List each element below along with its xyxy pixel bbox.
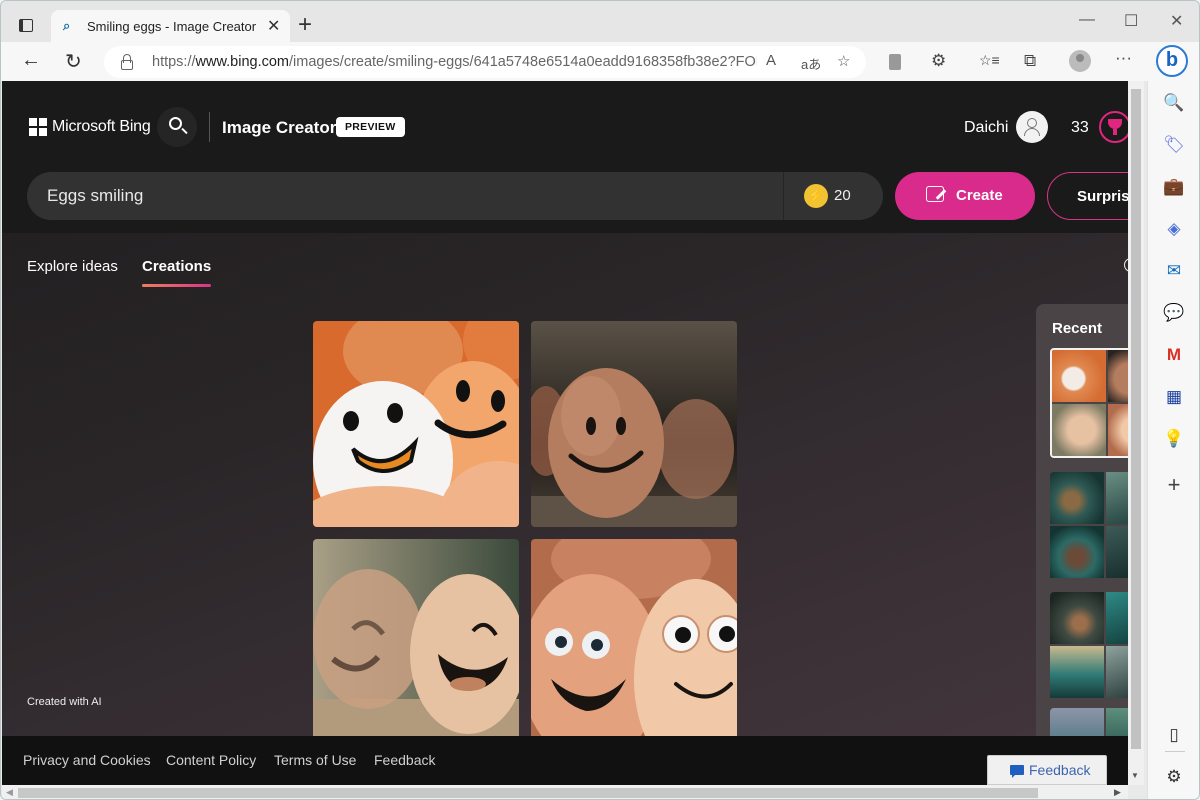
header-divider	[209, 112, 210, 142]
recent-item-2[interactable]	[1050, 472, 1128, 582]
url-text[interactable]: https://www.bing.com/images/create/smili…	[152, 54, 757, 70]
created-with-ai-label: Created with AI	[27, 696, 102, 708]
tab-strip: ⌕ Smiling eggs - Image Creator from Micr…	[1, 1, 1199, 43]
sidebar-settings-icon[interactable]: ⚙	[1162, 765, 1186, 789]
app-title[interactable]: Image Creator	[222, 118, 336, 138]
more-menu-icon[interactable]: ···	[1115, 48, 1132, 68]
recent-panel: Recent	[1036, 304, 1128, 785]
user-avatar[interactable]	[1016, 111, 1048, 143]
sidebar-search-icon[interactable]: 🔍	[1162, 91, 1186, 115]
page-content: Microsoft Bing Image Creator PREVIEW Dai…	[2, 81, 1128, 785]
generated-image-3[interactable]	[313, 539, 519, 745]
sidebar-messenger-icon[interactable]: 💬	[1162, 301, 1186, 325]
refresh-button[interactable]: ↻	[65, 49, 82, 74]
scroll-right-arrow[interactable]: ▶	[1114, 787, 1121, 798]
generated-image-4[interactable]	[531, 539, 737, 745]
sidebar-keep-icon[interactable]: 💡	[1162, 427, 1186, 451]
wallet-icon[interactable]	[889, 54, 901, 70]
close-tab-icon[interactable]: ✕	[267, 16, 280, 36]
image-grid	[313, 321, 738, 745]
boost-coin-icon[interactable]: ⚡	[804, 184, 828, 208]
page-footer: Privacy and Cookies Content Policy Terms…	[2, 736, 1128, 785]
scroll-down-arrow[interactable]: ▼	[1131, 771, 1139, 780]
generated-image-2[interactable]	[531, 321, 737, 527]
sidebar-add-icon[interactable]: +	[1162, 473, 1186, 497]
profile-avatar[interactable]	[1069, 50, 1091, 72]
edge-sidebar: 🔍 🏷 💼 ◈ ✉ 💬 M ▦ 💡 + ▯ ⚙	[1147, 81, 1199, 799]
surprise-me-button[interactable]: Surprise Me	[1047, 172, 1128, 220]
sidebar-tools-briefcase-icon[interactable]: 💼	[1162, 175, 1186, 199]
browser-window: ⌕ Smiling eggs - Image Creator from Micr…	[0, 0, 1200, 800]
sidebar-app-icon[interactable]: ▦	[1162, 385, 1186, 409]
maximize-button[interactable]: ☐	[1124, 11, 1138, 31]
collections-icon[interactable]: ⧉	[1024, 51, 1036, 71]
search-icon	[169, 117, 182, 130]
microsoft-logo-icon[interactable]	[29, 118, 47, 136]
create-button[interactable]: Create	[895, 172, 1035, 220]
recent-title: Recent	[1052, 320, 1103, 337]
tab-actions-icon[interactable]	[15, 15, 37, 37]
search-button[interactable]	[157, 107, 197, 147]
site-header: Microsoft Bing Image Creator PREVIEW Dai…	[2, 81, 1128, 233]
user-name[interactable]: Daichi	[964, 119, 1008, 137]
minimize-button[interactable]: —	[1079, 11, 1095, 29]
feedback-button[interactable]: Feedback	[987, 755, 1107, 785]
sidebar-gmail-icon[interactable]: M	[1162, 343, 1186, 367]
tab-creations[interactable]: Creations	[142, 258, 212, 287]
read-aloud-icon[interactable]: A	[766, 52, 776, 69]
rewards-trophy-icon[interactable]	[1099, 111, 1128, 143]
sidebar-divider	[1165, 751, 1185, 752]
generated-image-1[interactable]	[313, 321, 519, 527]
boost-count: 20	[834, 187, 851, 204]
rewards-points[interactable]: 33	[1071, 119, 1089, 137]
split-screen-icon[interactable]: ▯	[1162, 723, 1186, 747]
brand-name[interactable]: Microsoft Bing	[52, 118, 151, 136]
sidebar-shopping-tag-icon[interactable]: 🏷	[1162, 133, 1186, 157]
tab-title: Smiling eggs - Image Creator from Micros…	[87, 19, 259, 34]
extensions-icon[interactable]: ⚙	[931, 51, 946, 71]
feedback-bubble-icon	[1010, 765, 1024, 778]
create-image-icon	[926, 186, 944, 202]
favorites-icon[interactable]: ☆≡	[979, 52, 1000, 69]
prompt-divider	[783, 172, 784, 220]
recent-item-3[interactable]	[1050, 592, 1128, 702]
address-bar[interactable]: https://www.bing.com/images/create/smili…	[104, 46, 866, 78]
footer-feedback-link[interactable]: Feedback	[374, 752, 435, 768]
vertical-scroll-thumb[interactable]	[1131, 89, 1141, 749]
search-icon: ⌕	[63, 18, 71, 33]
terms-link[interactable]: Terms of Use	[274, 752, 356, 768]
prompt-box: ⚡ 20	[27, 172, 883, 220]
horizontal-scrollbar[interactable]: ◀ ▶	[2, 785, 1128, 799]
new-tab-button[interactable]: +	[298, 11, 312, 39]
scroll-left-arrow[interactable]: ◀	[6, 787, 13, 798]
privacy-link[interactable]: Privacy and Cookies	[23, 752, 151, 768]
tab-explore-ideas[interactable]: Explore ideas	[27, 258, 118, 275]
browser-tab-active[interactable]: ⌕ Smiling eggs - Image Creator from Micr…	[51, 10, 290, 43]
sidebar-outlook-icon[interactable]: ✉	[1162, 259, 1186, 283]
browser-toolbar: ← ↻ https://www.bing.com/images/create/s…	[1, 42, 1199, 81]
preview-badge: PREVIEW	[336, 117, 405, 137]
prompt-input[interactable]	[47, 172, 777, 220]
close-window-button[interactable]: ✕	[1170, 11, 1183, 31]
add-favorite-icon[interactable]: ☆	[837, 52, 850, 70]
content-tabs: Explore ideas Creations	[2, 233, 1128, 303]
horizontal-scroll-thumb[interactable]	[18, 788, 1038, 798]
back-button[interactable]: ←	[21, 49, 41, 72]
translate-icon[interactable]: aあ	[801, 54, 821, 73]
lock-icon[interactable]	[120, 54, 134, 70]
bing-copilot-icon[interactable]: b	[1156, 45, 1188, 77]
recent-item-1[interactable]	[1050, 348, 1128, 458]
vertical-scrollbar[interactable]: ▼	[1128, 81, 1144, 785]
content-policy-link[interactable]: Content Policy	[166, 752, 256, 768]
sidebar-microsoft365-icon[interactable]: ◈	[1162, 217, 1186, 241]
